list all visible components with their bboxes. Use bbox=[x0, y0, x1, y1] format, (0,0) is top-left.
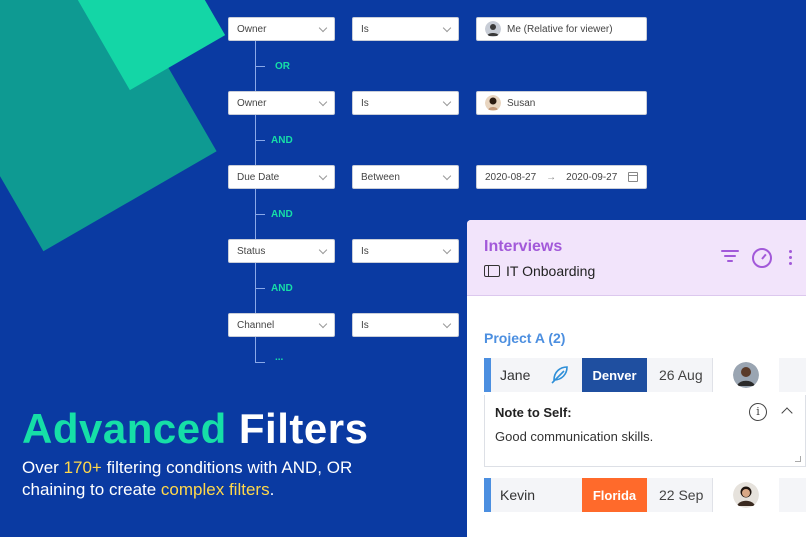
group-title[interactable]: Project A (2) bbox=[484, 330, 565, 346]
connector-and-label: AND bbox=[271, 283, 293, 294]
subtitle-highlight: complex filters bbox=[160, 480, 270, 499]
chevron-down-icon bbox=[442, 319, 452, 329]
chevron-down-icon bbox=[442, 23, 452, 33]
location-badge[interactable]: Florida bbox=[582, 478, 647, 512]
filter-field-select[interactable]: Owner bbox=[228, 17, 335, 41]
resize-handle-icon[interactable] bbox=[795, 456, 801, 462]
filter-field-select[interactable]: Channel bbox=[228, 313, 335, 337]
subtitle-text: Over bbox=[22, 458, 64, 477]
feather-icon[interactable] bbox=[548, 364, 570, 386]
calendar-icon bbox=[628, 172, 638, 182]
chevron-down-icon bbox=[442, 245, 452, 255]
filter-operator-select[interactable]: Is bbox=[352, 17, 459, 41]
filter-field-value: Due Date bbox=[237, 171, 280, 183]
filter-operator-value: Is bbox=[361, 97, 369, 109]
filter-operator-select[interactable]: Is bbox=[352, 91, 459, 115]
row-date: 22 Sep bbox=[659, 487, 704, 503]
chevron-down-icon bbox=[442, 171, 452, 181]
panel-header: Interviews IT Onboarding bbox=[467, 220, 806, 296]
kebab-menu-icon[interactable] bbox=[789, 250, 793, 266]
connector-line bbox=[255, 337, 256, 362]
chevron-down-icon bbox=[318, 319, 328, 329]
filter-operator-value: Is bbox=[361, 319, 369, 331]
subtitle-text: chaining to create bbox=[22, 480, 161, 499]
row-color-bar bbox=[484, 358, 491, 392]
filter-field-value: Status bbox=[237, 245, 266, 257]
filter-operator-select[interactable]: Between bbox=[352, 165, 459, 189]
connector-tick bbox=[255, 140, 265, 141]
connector-more-label: ... bbox=[275, 352, 284, 363]
filter-field-select[interactable]: Due Date bbox=[228, 165, 335, 189]
filter-value-select[interactable]: Me (Relative for viewer) bbox=[476, 17, 647, 41]
filter-operator-select[interactable]: Is bbox=[352, 313, 459, 337]
user-avatar bbox=[733, 362, 759, 388]
note-box: Note to Self: Good communication skills.… bbox=[484, 395, 806, 467]
filter-operator-value: Is bbox=[361, 23, 369, 35]
date-range-picker[interactable]: 2020-08-27 → 2020-09-27 bbox=[476, 165, 647, 189]
filter-icon[interactable] bbox=[721, 250, 739, 264]
connector-tick bbox=[255, 214, 265, 215]
table-row[interactable]: Kevin Florida 22 Sep bbox=[484, 478, 806, 512]
filter-value-text: Susan bbox=[507, 97, 536, 109]
assignee-cell[interactable] bbox=[712, 358, 779, 392]
row-color-bar bbox=[484, 478, 491, 512]
subtitle-line2: chaining to create complex filters. bbox=[22, 479, 462, 501]
subtitle-highlight: 170+ bbox=[63, 458, 102, 477]
user-avatar bbox=[485, 95, 501, 111]
connector-tick bbox=[255, 288, 265, 289]
filter-operator-select[interactable]: Is bbox=[352, 239, 459, 263]
headline-part1: Advanced bbox=[22, 405, 227, 452]
board-icon bbox=[484, 265, 500, 277]
date-to-text: 2020-09-27 bbox=[566, 171, 618, 183]
note-body[interactable]: Good communication skills. bbox=[495, 429, 653, 444]
connector-and-label: AND bbox=[271, 209, 293, 220]
chevron-down-icon bbox=[318, 171, 328, 181]
user-avatar bbox=[733, 482, 759, 508]
board-panel: Interviews IT Onboarding Project A (2) J… bbox=[467, 220, 806, 537]
connector-tick bbox=[255, 66, 265, 67]
board-name[interactable]: IT Onboarding bbox=[484, 263, 595, 279]
row-date: 26 Aug bbox=[659, 367, 703, 383]
filter-value-text: Me (Relative for viewer) bbox=[507, 23, 613, 35]
filter-value-select[interactable]: Susan bbox=[476, 91, 647, 115]
user-avatar bbox=[485, 21, 501, 37]
board-label: IT Onboarding bbox=[506, 263, 596, 279]
connector-or-label: OR bbox=[275, 61, 290, 72]
filter-operator-value: Between bbox=[361, 171, 400, 183]
subtitle-text: . bbox=[269, 480, 275, 499]
connector-tick bbox=[255, 362, 265, 363]
chevron-up-icon[interactable] bbox=[781, 407, 793, 419]
chevron-down-icon bbox=[318, 97, 328, 107]
connector-and-label: AND bbox=[271, 135, 293, 146]
arrow-right-icon: → bbox=[546, 171, 557, 183]
chevron-down-icon bbox=[442, 97, 452, 107]
filter-field-value: Owner bbox=[237, 23, 267, 35]
assignee-cell[interactable] bbox=[712, 478, 779, 512]
filter-field-value: Owner bbox=[237, 97, 267, 109]
chevron-down-icon bbox=[318, 23, 328, 33]
headline: Advanced Filters bbox=[22, 405, 368, 453]
chevron-down-icon bbox=[318, 245, 328, 255]
row-name: Kevin bbox=[500, 487, 536, 503]
filter-field-value: Channel bbox=[237, 319, 275, 331]
panel-title: Interviews bbox=[484, 238, 563, 255]
info-icon[interactable]: i bbox=[749, 403, 767, 421]
table-row[interactable]: Jane Denver 26 Aug bbox=[484, 358, 806, 392]
date-from-text: 2020-08-27 bbox=[485, 171, 537, 183]
filter-field-select[interactable]: Owner bbox=[228, 91, 335, 115]
location-badge[interactable]: Denver bbox=[582, 358, 647, 392]
subtitle-text: filtering conditions with AND, OR bbox=[101, 458, 353, 477]
headline-part2: Filters bbox=[238, 405, 369, 452]
filter-operator-value: Is bbox=[361, 245, 369, 257]
note-title: Note to Self: bbox=[495, 405, 572, 420]
subtitle-line1: Over 170+ filtering conditions with AND,… bbox=[22, 457, 462, 479]
timer-icon[interactable] bbox=[752, 248, 772, 268]
filter-field-select[interactable]: Status bbox=[228, 239, 335, 263]
